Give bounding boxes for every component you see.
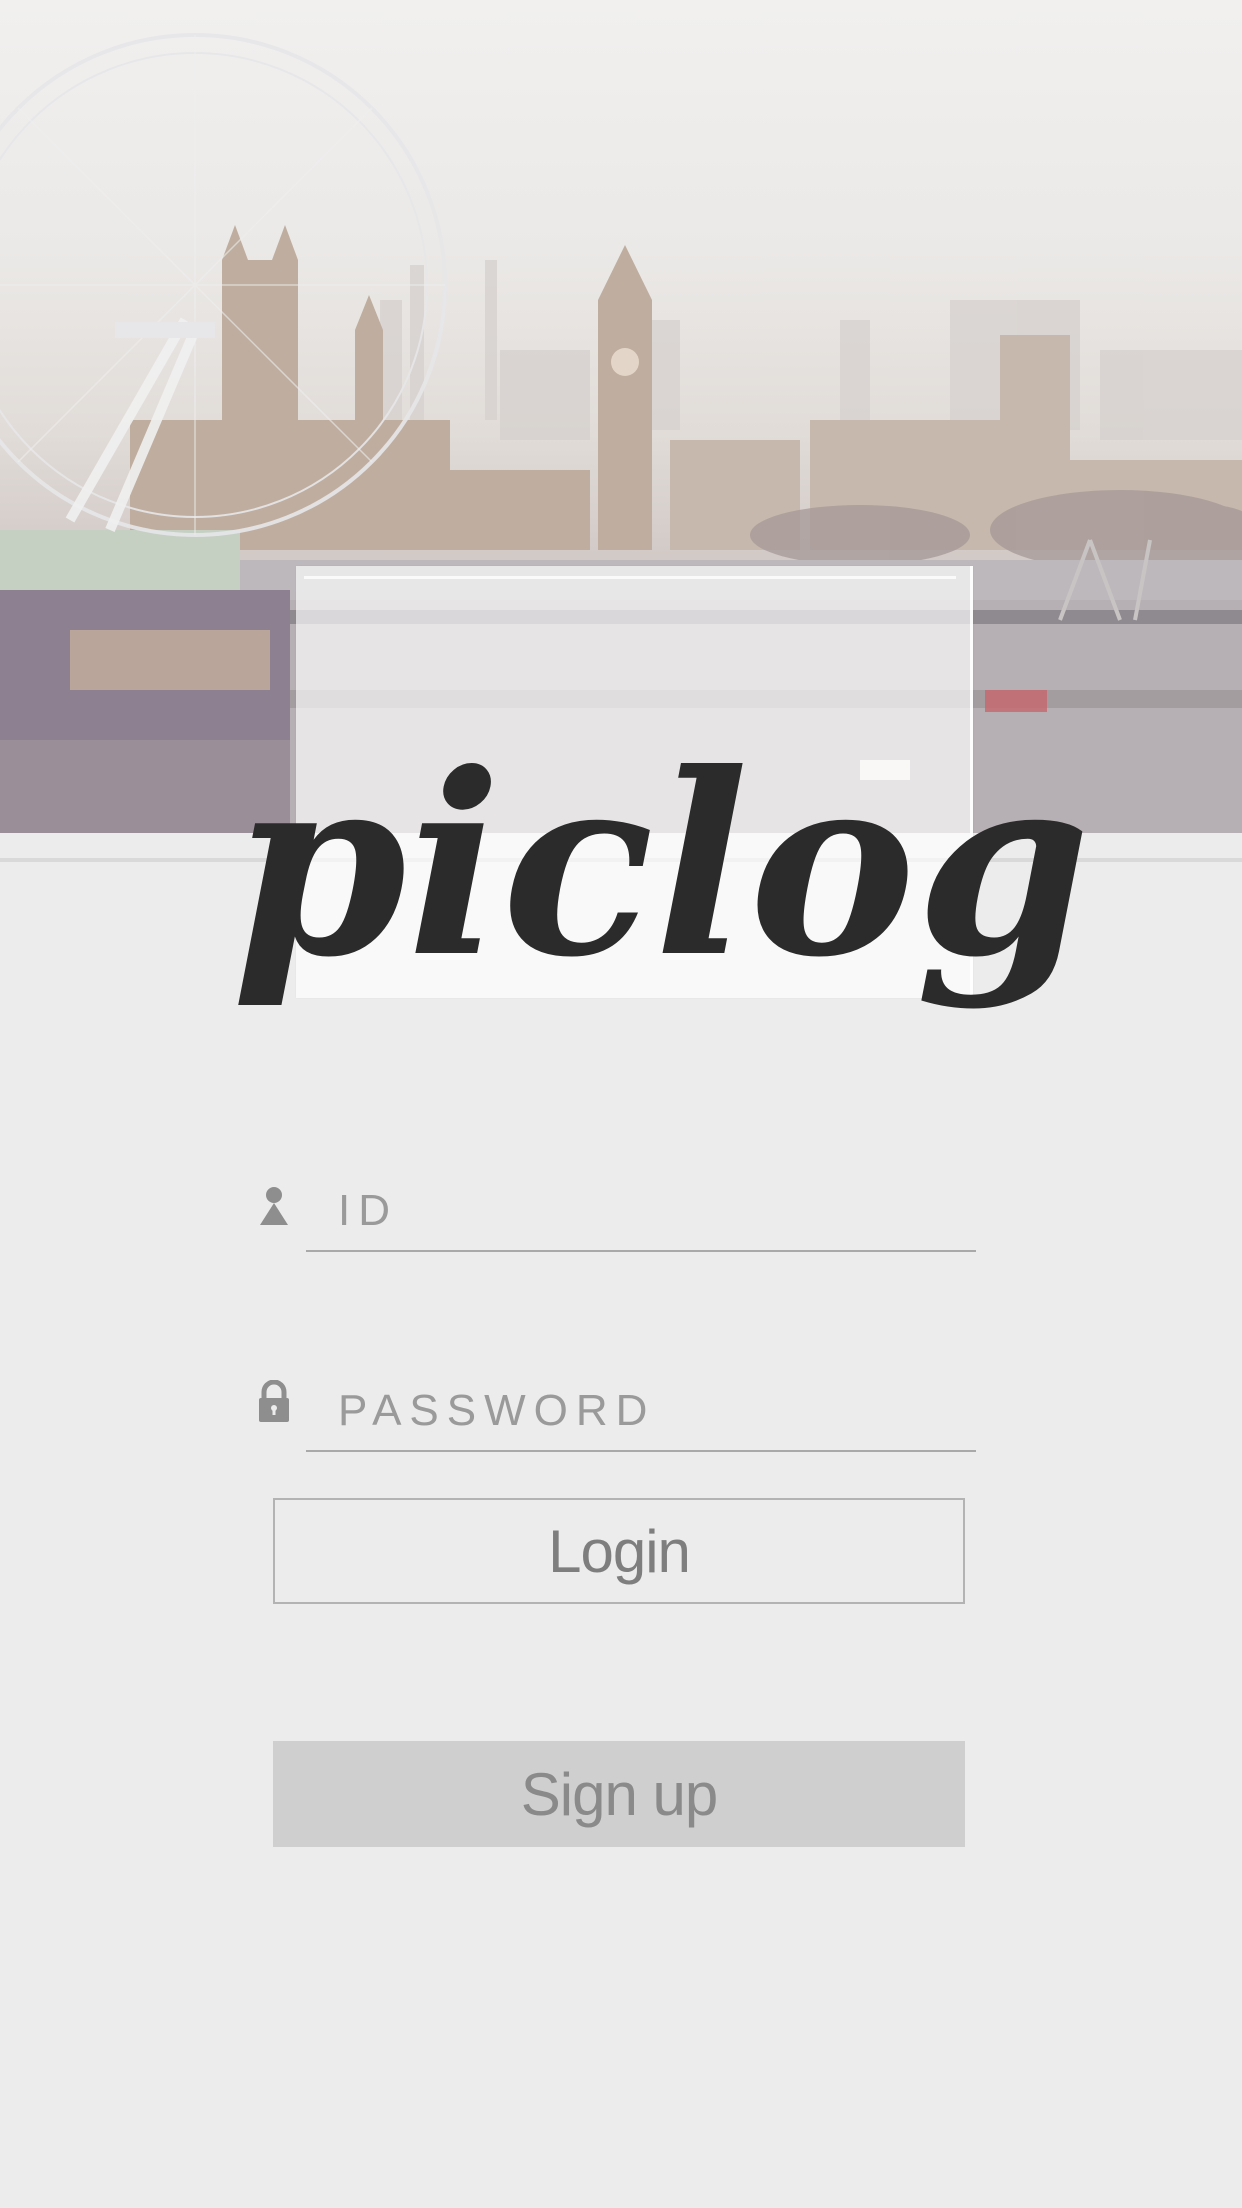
id-input[interactable] bbox=[306, 1172, 976, 1252]
piclog-logo: piclog bbox=[232, 718, 1091, 1012]
login-button[interactable]: Login bbox=[273, 1498, 965, 1604]
password-field-row bbox=[256, 1372, 976, 1456]
signup-button-label: Sign up bbox=[520, 1760, 718, 1828]
logo-text: piclog bbox=[232, 718, 1091, 1012]
password-input[interactable] bbox=[306, 1372, 976, 1452]
person-icon bbox=[256, 1186, 292, 1230]
lock-icon bbox=[256, 1379, 292, 1424]
id-field-row bbox=[256, 1172, 976, 1256]
signup-button[interactable]: Sign up bbox=[273, 1741, 965, 1847]
login-button-label: Login bbox=[548, 1517, 691, 1585]
